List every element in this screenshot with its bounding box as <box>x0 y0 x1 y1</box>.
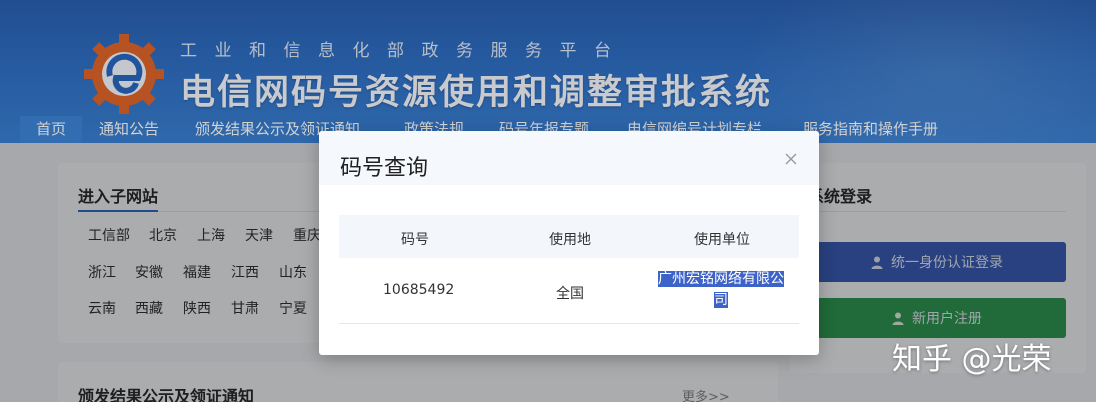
zhihu-watermark: 知乎 @光荣 <box>892 342 1052 377</box>
cell-number: 10685492 <box>383 282 455 298</box>
cell-unit-line1: 广州宏铭网络有限公 <box>658 271 784 287</box>
close-icon[interactable] <box>783 151 799 167</box>
column-header-number: 码号 <box>401 232 429 248</box>
number-query-dialog: 码号查询 码号 使用地 使用单位 10685492 全国 广州宏铭网络有限公 司 <box>319 131 819 355</box>
modal-backdrop-top[interactable] <box>0 0 1096 143</box>
cell-unit: 广州宏铭网络有限公 司 <box>658 269 784 311</box>
cell-unit-line2: 司 <box>714 292 728 308</box>
cell-location: 全国 <box>556 286 584 302</box>
column-header-location: 使用地 <box>549 232 591 248</box>
column-header-unit: 使用单位 <box>694 232 750 248</box>
table-row-divider <box>339 323 799 324</box>
dialog-title: 码号查询 <box>340 156 429 181</box>
